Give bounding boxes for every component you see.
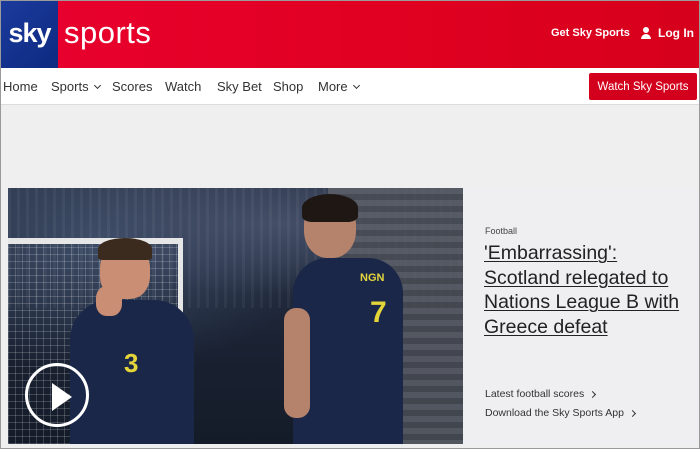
site-header: sky sports Get Sky Sports Log In [1,1,699,68]
latest-football-scores-link[interactable]: Latest football scores [485,388,597,400]
user-icon [641,27,651,39]
player-2-hair [302,194,358,222]
hero-text-panel: Football 'Embarrassing': Scotland relega… [463,188,699,444]
nav-label: Watch [165,79,202,94]
play-icon [52,383,72,411]
nav-item-watch[interactable]: Watch [165,79,201,94]
player-1-shirt-number: 3 [124,348,139,378]
nav-label: Sports [51,79,89,94]
link-label: Download the Sky Sports App [485,407,624,419]
nav-item-scores[interactable]: Scores [112,79,152,94]
player-2-shirt-number: 7 [370,296,387,329]
nav-label: Shop [273,79,304,94]
nav-label: Scores [112,79,153,94]
story-headline[interactable]: 'Embarrassing': Scotland relegated to Na… [484,241,689,339]
nav-item-sports[interactable]: Sports [51,79,101,94]
story-category: Football [485,226,518,236]
nav-label: Home [3,79,38,94]
nav-label: More [318,79,348,94]
player-2-shirt-name: NGN [360,272,385,284]
player-1-hand [96,286,122,316]
watch-sky-sports-button[interactable]: Watch Sky Sports [589,73,697,100]
chevron-right-icon [589,390,597,398]
sky-logo[interactable]: sky [1,1,58,68]
nav-item-more[interactable]: More [318,79,360,94]
player-2-arm [284,308,310,418]
nav-item-shop[interactable]: Shop [273,79,303,94]
chevron-down-icon [93,81,101,89]
download-app-link[interactable]: Download the Sky Sports App [485,407,636,419]
hero-image[interactable]: NGN 7 3 [8,188,463,444]
link-label: Latest football scores [485,388,585,400]
main-nav: Home Sports Scores Watch Sky Bet Shop Mo… [1,68,699,105]
play-video-button[interactable] [25,363,89,427]
player-1-hair [98,238,152,260]
nav-label: Sky Bet [217,79,262,94]
nav-item-home[interactable]: Home [3,79,38,94]
chevron-right-icon [628,409,636,417]
log-in-link[interactable]: Log In [641,26,694,40]
log-in-label: Log In [658,26,694,40]
get-sky-sports-link[interactable]: Get Sky Sports [551,27,630,39]
chevron-down-icon [352,81,360,89]
nav-item-sky-bet[interactable]: Sky Bet [217,79,262,94]
sports-wordmark[interactable]: sports [64,15,151,51]
